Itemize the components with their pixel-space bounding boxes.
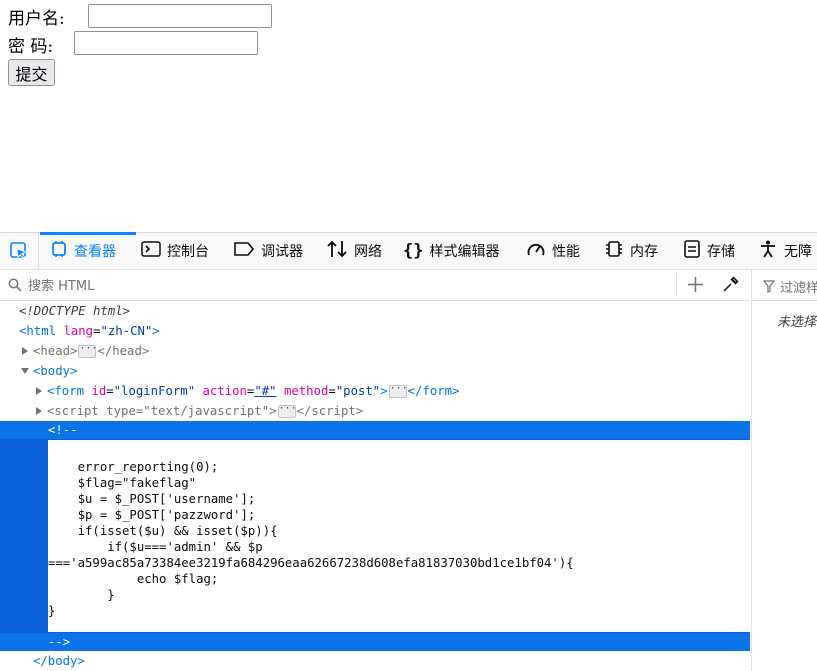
tab-label: 内存 — [630, 244, 658, 260]
doctype-node[interactable]: <!DOCTYPE html> — [19, 301, 130, 321]
plus-icon — [688, 277, 703, 292]
rules-filter-bar: 过滤样 — [751, 270, 817, 301]
accessibility-icon — [758, 239, 778, 263]
comment-code-line: if($u==='admin' && $p — [48, 540, 263, 554]
collapse-body-toggle[interactable] — [21, 368, 29, 374]
collapsed-ellipsis-icon[interactable]: ··· — [277, 404, 297, 418]
selected-comment-node[interactable]: <!-- error_reporting(0); $flag="fakeflag… — [0, 421, 750, 651]
toolbar-divider — [676, 274, 677, 296]
tab-label: 控制台 — [167, 244, 209, 260]
tab-label: 无障 — [784, 244, 812, 260]
collapsed-ellipsis-icon[interactable]: ··· — [388, 384, 408, 398]
form-node[interactable]: <form id="loginForm" action="#" method="… — [47, 381, 459, 401]
password-input[interactable] — [74, 31, 258, 55]
comment-close-row: --> — [0, 633, 750, 651]
rules-panel: 未选择 — [751, 301, 817, 671]
comment-code-line: $u = $_POST['username']; — [48, 492, 256, 506]
devtools-panel: 查看器 控制台 调试器 网络 {} 样式编辑器 性能 内存 存储 无障 搜索 H… — [0, 232, 817, 671]
comment-code-line: } — [48, 604, 56, 618]
element-picker-button[interactable] — [0, 233, 39, 269]
page-viewport: 用户名: 密 码: 提交 — [0, 0, 817, 232]
braces-icon: {} — [403, 241, 424, 261]
add-node-button[interactable] — [687, 276, 704, 297]
comment-code-line: } — [48, 588, 115, 602]
tab-inspector[interactable]: 查看器 — [40, 232, 136, 269]
filter-icon — [762, 278, 776, 297]
memory-chip-icon — [604, 239, 624, 263]
body-close-node[interactable]: </body> — [33, 651, 85, 671]
head-node[interactable]: <head> ···</head> — [33, 341, 149, 361]
tab-debugger[interactable]: 调试器 — [233, 233, 303, 269]
comment-editor[interactable]: error_reporting(0); $flag="fakeflag" $u … — [48, 440, 750, 632]
devtools-toolbar: 查看器 控制台 调试器 网络 {} 样式编辑器 性能 内存 存储 无障 — [0, 232, 817, 270]
collapsed-ellipsis-icon[interactable]: ··· — [78, 344, 98, 358]
html-node[interactable]: <html lang="zh-CN"> — [19, 321, 160, 341]
username-label: 用户名: — [8, 9, 65, 29]
comment-code-line: $p = $_POST['pazzword']; — [48, 508, 256, 522]
tab-console[interactable]: 控制台 — [141, 233, 209, 269]
storage-icon — [683, 239, 701, 263]
tab-memory[interactable]: 内存 — [604, 233, 658, 269]
search-html-input[interactable] — [26, 274, 670, 298]
element-picker-icon — [10, 242, 28, 259]
tab-label: 性能 — [552, 244, 580, 260]
comment-open-marker: <!-- — [48, 423, 78, 437]
comment-code-line: error_reporting(0); — [48, 460, 219, 474]
comment-code-line: if(isset($u) && isset($p)){ — [48, 524, 278, 538]
console-icon — [141, 240, 161, 262]
network-icon — [326, 239, 348, 263]
inspector-icon — [50, 240, 68, 262]
comment-open-row: <!-- — [0, 421, 750, 439]
tab-storage[interactable]: 存储 — [683, 233, 735, 269]
comment-close-marker: --> — [48, 635, 71, 649]
script-node[interactable]: <script type="text/javascript"> ···</scri… — [47, 401, 363, 421]
search-icon — [8, 277, 22, 296]
rules-filter-input[interactable]: 过滤样 — [780, 277, 817, 296]
tab-label: 存储 — [707, 244, 735, 260]
comment-code-line: $flag="fakeflag" — [48, 476, 197, 490]
markup-tree: <!DOCTYPE html> <html lang="zh-CN"> <hea… — [0, 301, 750, 671]
tab-network[interactable]: 网络 — [326, 233, 382, 269]
no-element-selected-text: 未选择 — [777, 315, 817, 330]
eyedropper-button[interactable] — [722, 276, 739, 297]
username-input[interactable] — [88, 4, 272, 28]
tab-label: 调试器 — [261, 244, 303, 260]
password-label: 密 码: — [8, 37, 54, 57]
tab-label: 查看器 — [74, 244, 116, 260]
debugger-icon — [233, 240, 255, 262]
expand-head-toggle[interactable] — [22, 347, 28, 355]
eyedropper-icon — [723, 276, 739, 292]
comment-code-line: ==='a599ac85a73384ee3219fa684296eaa62667… — [48, 556, 574, 570]
tab-label: 样式编辑器 — [429, 244, 500, 260]
expand-script-toggle[interactable] — [36, 407, 42, 415]
comment-code-line: echo $flag; — [48, 572, 219, 586]
tab-performance[interactable]: 性能 — [526, 233, 580, 269]
tab-style-editor[interactable]: {} 样式编辑器 — [403, 233, 499, 269]
submit-button[interactable]: 提交 — [8, 59, 55, 86]
tab-accessibility[interactable]: 无障 — [758, 233, 812, 269]
performance-gauge-icon — [526, 240, 546, 262]
body-node[interactable]: <body> — [33, 361, 77, 381]
markup-search-bar — [0, 270, 750, 301]
tab-label: 网络 — [354, 244, 382, 260]
expand-form-toggle[interactable] — [36, 387, 42, 395]
